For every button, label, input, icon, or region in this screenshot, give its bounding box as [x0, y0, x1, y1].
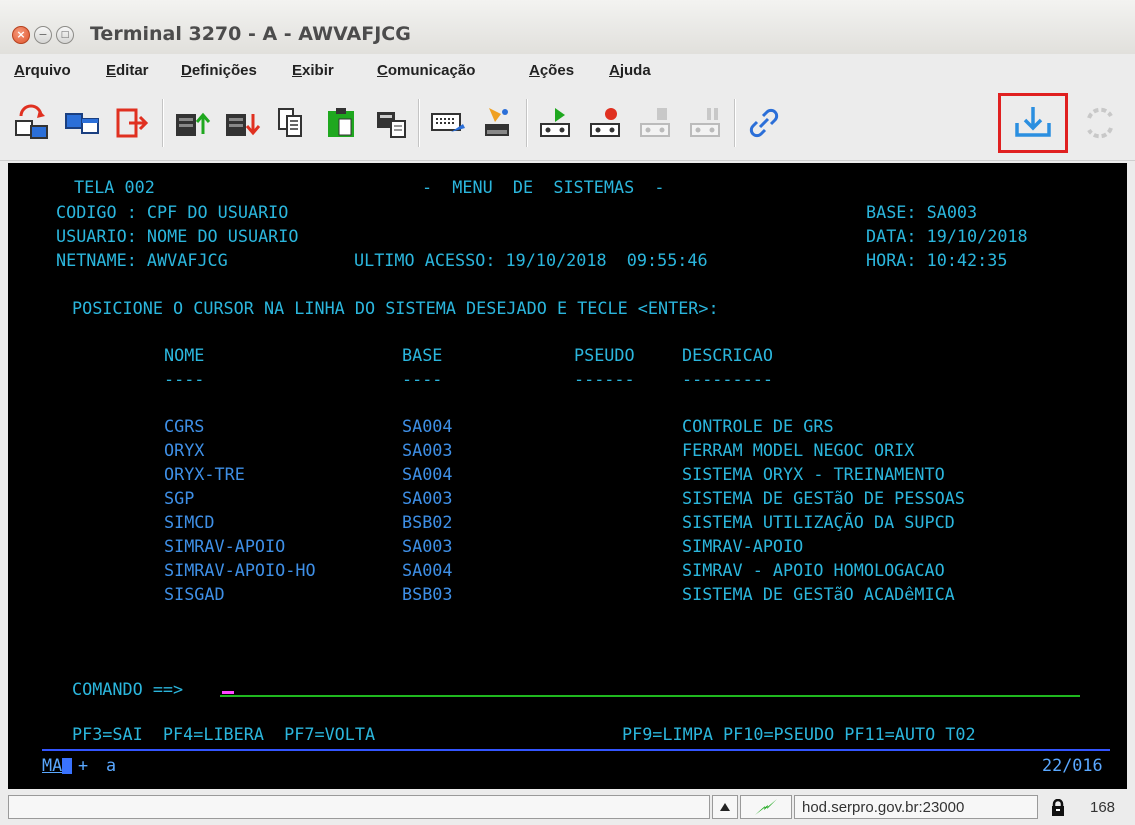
terminal-screen[interactable]: TELA 002 - MENU DE SISTEMAS - CODIGO : C…	[8, 163, 1127, 789]
download-icon[interactable]	[998, 93, 1068, 153]
base-field: BASE: SA003	[866, 202, 978, 222]
system-description: SIMRAV-APOIO	[682, 536, 804, 556]
minimize-window-button[interactable]: −	[34, 26, 52, 44]
toolbar-separator	[734, 99, 736, 147]
receive-file-icon[interactable]	[222, 103, 262, 143]
oia-cursor-block	[62, 758, 72, 774]
system-base: SA003	[402, 440, 453, 460]
disconnect-icon[interactable]	[12, 103, 52, 143]
menu-arquivo[interactable]: Arquivo	[14, 62, 71, 79]
system-description: SISTEMA ORYX - TREINAMENTO	[682, 464, 945, 484]
oia-ma-indicator: MA	[42, 755, 63, 775]
system-description: FERRAM MODEL NEGOC ORIX	[682, 440, 915, 460]
date-field: DATA: 19/10/2018	[866, 226, 1028, 246]
text-cursor	[222, 691, 234, 694]
paste-icon[interactable]	[322, 103, 362, 143]
oia-a-indicator: a	[106, 755, 117, 775]
menu-comunicacao[interactable]: Comunicação	[377, 62, 475, 79]
host-address: hod.serpro.gov.br:23000	[802, 799, 965, 816]
time-field: HORA: 10:42:35	[866, 250, 1008, 270]
system-description: CONTROLE DE GRS	[682, 416, 834, 436]
toolbar-separator	[418, 99, 420, 147]
toolbar	[0, 87, 1135, 161]
codigo-field: CODIGO : CPF DO USUARIO	[56, 202, 289, 222]
connection-status-icon	[740, 795, 792, 819]
system-name: SIMRAV-APOIO-HO	[164, 560, 316, 580]
system-description: SISTEMA UTILIZAÇÃO DA SUPCD	[682, 512, 955, 532]
system-base: BSB03	[402, 584, 453, 604]
menu-exibir[interactable]: Exibir	[292, 62, 334, 79]
menu-title: - MENU DE SISTEMAS -	[422, 177, 665, 197]
menu-bar: Arquivo Editar Definições Exibir Comunic…	[0, 58, 1135, 84]
system-name: SISGAD	[164, 584, 225, 604]
col-header-base: BASE	[402, 345, 443, 365]
connect-session-icon[interactable]	[62, 103, 102, 143]
keyboard-map-icon[interactable]	[428, 103, 468, 143]
command-label: COMANDO ==>	[72, 679, 184, 699]
system-base: SA004	[402, 560, 453, 580]
maximize-window-button[interactable]: □	[56, 26, 74, 44]
clear-icon[interactable]	[478, 103, 518, 143]
pf-keys-left: PF3=SAI PF4=LIBERA PF7=VOLTA	[72, 724, 376, 744]
copy-icon[interactable]	[272, 103, 312, 143]
oia-plus-indicator: +	[78, 755, 89, 775]
system-name: SIMCD	[164, 512, 215, 532]
status-bar: hod.serpro.gov.br:23000 168	[0, 791, 1135, 825]
menu-acoes[interactable]: Ações	[529, 62, 574, 79]
system-base: SA003	[402, 488, 453, 508]
system-description: SIMRAV - APOIO HOMOLOGACAO	[682, 560, 945, 580]
status-message-field	[8, 795, 710, 819]
window-title: Terminal 3270 - A - AWVAFJCG	[90, 23, 411, 45]
pf-keys-right: PF9=LIMPA PF10=PSEUDO PF11=AUTO T02	[622, 724, 976, 744]
cursor-position: 22/016	[1042, 755, 1103, 775]
security-lock-icon	[1050, 798, 1066, 821]
window-title-bar[interactable]: × − □ Terminal 3270 - A - AWVAFJCG	[0, 0, 1135, 54]
exit-icon[interactable]	[112, 103, 152, 143]
system-name: SIMRAV-APOIO	[164, 536, 286, 556]
session-count: 168	[1090, 799, 1116, 816]
toolbar-separator	[526, 99, 528, 147]
netname-field: NETNAME: AWVAFJCG	[56, 250, 228, 270]
toolbar-separator	[162, 99, 164, 147]
link-icon[interactable]	[744, 103, 784, 143]
col-underline: ---------	[682, 369, 773, 389]
system-name: SGP	[164, 488, 195, 508]
last-access-field: ULTIMO ACESSO: 19/10/2018 09:55:46	[354, 250, 708, 270]
system-name: ORYX-TRE	[164, 464, 245, 484]
system-name: CGRS	[164, 416, 205, 436]
menu-ajuda[interactable]: Ajuda	[609, 62, 651, 79]
col-underline: ------	[574, 369, 635, 389]
scroll-up-icon[interactable]	[712, 795, 738, 819]
usuario-field: USUARIO: NOME DO USUARIO	[56, 226, 299, 246]
play-macro-icon[interactable]	[536, 103, 576, 143]
system-base: SA003	[402, 536, 453, 556]
refresh-icon[interactable]	[1080, 103, 1120, 143]
menu-editar[interactable]: Editar	[106, 62, 149, 79]
system-name: ORYX	[164, 440, 205, 460]
system-description: SISTEMA DE GESTãO DE PESSOAS	[682, 488, 965, 508]
menu-definicoes[interactable]: Definições	[181, 62, 257, 79]
pause-macro-icon[interactable]	[686, 103, 726, 143]
col-header-descricao: DESCRICAO	[682, 345, 773, 365]
system-base: SA004	[402, 464, 453, 484]
stop-macro-icon[interactable]	[636, 103, 676, 143]
col-header-nome: NOME	[164, 345, 205, 365]
system-description: SISTEMA DE GESTãO ACADêMICA	[682, 584, 955, 604]
oia-divider	[42, 749, 1110, 751]
print-screen-icon[interactable]	[372, 103, 412, 143]
system-base: BSB02	[402, 512, 453, 532]
screen-id: TELA 002	[74, 177, 155, 197]
system-base: SA004	[402, 416, 453, 436]
col-underline: ----	[164, 369, 205, 389]
command-input-underline	[220, 695, 1080, 697]
send-file-icon[interactable]	[172, 103, 212, 143]
col-underline: ----	[402, 369, 443, 389]
instruction-text: POSICIONE O CURSOR NA LINHA DO SISTEMA D…	[72, 298, 719, 318]
col-header-pseudo: PSEUDO	[574, 345, 635, 365]
close-window-button[interactable]: ×	[12, 26, 30, 44]
record-macro-icon[interactable]	[586, 103, 626, 143]
